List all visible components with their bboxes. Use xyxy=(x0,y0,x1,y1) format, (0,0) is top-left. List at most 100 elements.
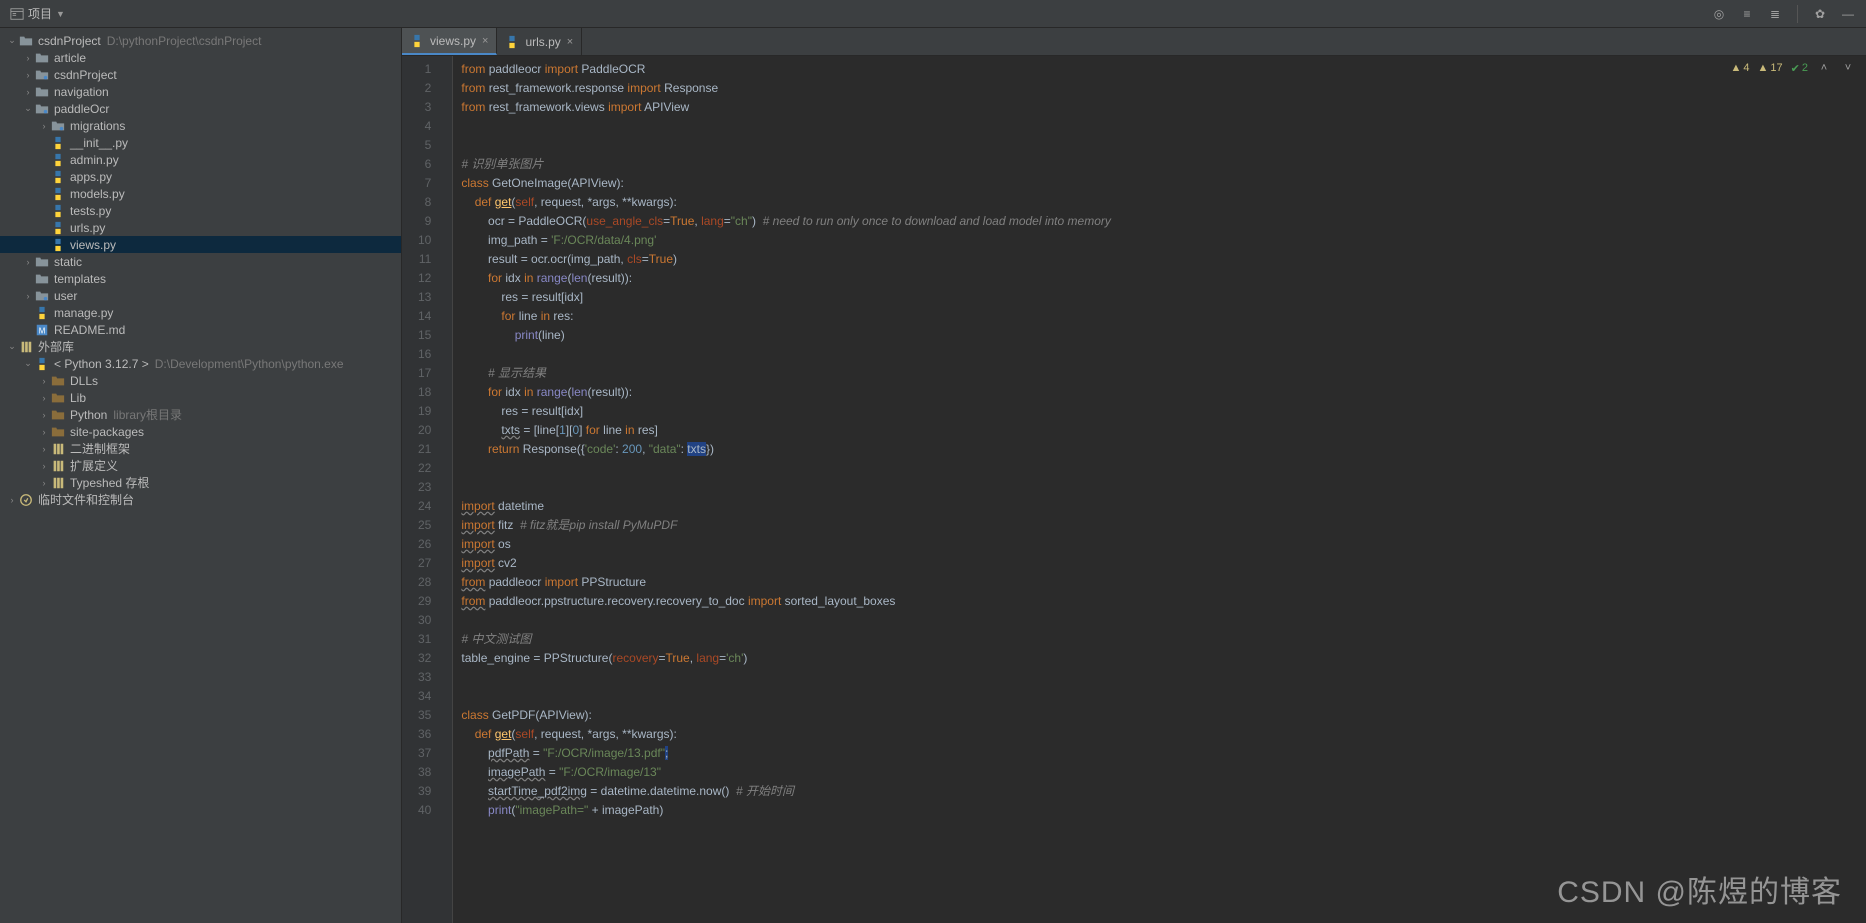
chevron-right-icon[interactable]: › xyxy=(22,53,34,63)
tree-item[interactable]: M README.md xyxy=(0,321,401,338)
tree-item-label: models.py xyxy=(70,187,125,201)
chevron-right-icon[interactable]: › xyxy=(38,461,50,471)
tree-item[interactable]: templates xyxy=(0,270,401,287)
chevron-right-icon[interactable]: › xyxy=(38,478,50,488)
tree-item[interactable]: ›DLLs xyxy=(0,372,401,389)
chevron-right-icon[interactable]: › xyxy=(6,495,18,505)
tree-item[interactable]: ⌄ csdnProject D:\pythonProject\csdnProject xyxy=(0,32,401,49)
tree-item[interactable]: ⌄ 外部库 xyxy=(0,338,401,355)
lib-icon xyxy=(50,458,66,474)
code-content[interactable]: from paddleocr import PaddleOCRfrom rest… xyxy=(453,56,1866,923)
inspections-widget[interactable]: ▲ 4 ▲ 17 ✔ 2 ˄ ˅ xyxy=(1731,60,1857,76)
tree-item[interactable]: › csdnProject xyxy=(0,66,401,83)
tree-item[interactable]: manage.py xyxy=(0,304,401,321)
py-icon xyxy=(50,220,66,236)
python-file-icon xyxy=(505,35,519,49)
chevron-down-icon[interactable]: ⌄ xyxy=(22,358,34,369)
py-icon xyxy=(50,186,66,202)
tree-item[interactable]: ›static xyxy=(0,253,401,270)
py-icon xyxy=(50,203,66,219)
warning-badge-2[interactable]: ▲ 17 xyxy=(1758,62,1783,74)
tree-item-label: manage.py xyxy=(54,306,113,320)
tree-item[interactable]: ›Typeshed 存根 xyxy=(0,474,401,491)
locate-icon[interactable]: ◎ xyxy=(1711,6,1727,22)
folder-lib-icon xyxy=(50,390,66,406)
line-gutter[interactable]: 1234567891011121314151617181920212223242… xyxy=(402,56,439,923)
tree-item-path: D:\pythonProject\csdnProject xyxy=(107,34,262,48)
tree-item[interactable]: ›article xyxy=(0,49,401,66)
tree-item[interactable]: tests.py xyxy=(0,202,401,219)
tree-item-label: csdnProject xyxy=(54,68,117,82)
project-tree: ⌄ csdnProject D:\pythonProject\csdnProject… xyxy=(0,28,402,923)
workspace: ⌄ csdnProject D:\pythonProject\csdnProject… xyxy=(0,28,1866,923)
tree-item[interactable]: › navigation xyxy=(0,83,401,100)
settings-icon[interactable]: ✿ xyxy=(1812,6,1828,22)
editor-area: views.py×urls.py× ▲ 4 ▲ 17 ✔ 2 ˄ ˅ 12345… xyxy=(402,28,1866,923)
tree-item-label: site-packages xyxy=(70,425,144,439)
tree-item-label: 外部库 xyxy=(38,338,74,355)
md-icon: M xyxy=(34,322,50,338)
chevron-right-icon[interactable]: › xyxy=(38,376,50,386)
folder-icon xyxy=(34,84,50,100)
close-icon[interactable]: × xyxy=(482,35,488,47)
code-editor[interactable]: ▲ 4 ▲ 17 ✔ 2 ˄ ˅ 12345678910111213141516… xyxy=(402,56,1866,923)
tree-item[interactable]: ⌄paddleOcr xyxy=(0,100,401,117)
chevron-right-icon[interactable]: › xyxy=(22,87,34,97)
tree-item-label: apps.py xyxy=(70,170,112,184)
fold-gutter[interactable] xyxy=(439,56,453,923)
py-icon xyxy=(50,135,66,151)
chevron-down-icon[interactable]: ⌄ xyxy=(6,35,18,46)
chevron-right-icon[interactable]: › xyxy=(22,70,34,80)
tree-item[interactable]: › user xyxy=(0,287,401,304)
tree-item[interactable]: apps.py xyxy=(0,168,401,185)
tree-item[interactable]: › site-packages xyxy=(0,423,401,440)
chevron-right-icon[interactable]: › xyxy=(22,291,34,301)
tree-item[interactable]: models.py xyxy=(0,185,401,202)
tree-item[interactable]: ›临时文件和控制台 xyxy=(0,491,401,508)
warning-badge-1[interactable]: ▲ 4 xyxy=(1731,62,1750,74)
tree-item[interactable]: __init__.py xyxy=(0,134,401,151)
chevron-up-icon[interactable]: ˄ xyxy=(1816,60,1832,76)
close-icon[interactable]: × xyxy=(567,36,573,48)
hide-icon[interactable]: — xyxy=(1840,6,1856,22)
tree-item-label: user xyxy=(54,289,77,303)
chevron-right-icon[interactable]: › xyxy=(38,121,50,131)
chevron-right-icon[interactable]: › xyxy=(38,410,50,420)
collapse-all-icon[interactable]: ≣ xyxy=(1767,6,1783,22)
python-file-icon xyxy=(410,34,424,48)
tree-item[interactable]: admin.py xyxy=(0,151,401,168)
chevron-down-icon[interactable]: ⌄ xyxy=(22,103,34,114)
editor-tab[interactable]: views.py× xyxy=(402,28,497,55)
tree-item-label: admin.py xyxy=(70,153,119,167)
tree-item[interactable]: ⌄< Python 3.12.7 >D:\Development\Python\… xyxy=(0,355,401,372)
tree-item[interactable]: ›Pythonlibrary根目录 xyxy=(0,406,401,423)
tree-item[interactable]: ›migrations xyxy=(0,117,401,134)
tree-item-label: csdnProject xyxy=(38,34,101,48)
lib-icon xyxy=(18,339,34,355)
folder-lib-icon xyxy=(50,373,66,389)
tree-item[interactable]: ›扩展定义 xyxy=(0,457,401,474)
tree-item-label: Python xyxy=(70,408,107,422)
tree-item-label: urls.py xyxy=(70,221,105,235)
tree-item[interactable]: ›Lib xyxy=(0,389,401,406)
chevron-down-icon[interactable]: ⌄ xyxy=(6,341,18,352)
chevron-right-icon[interactable]: › xyxy=(22,257,34,267)
chevron-down-icon: ▼ xyxy=(56,9,65,19)
chevron-right-icon[interactable]: › xyxy=(38,427,50,437)
tree-item-label: README.md xyxy=(54,323,125,337)
project-icon xyxy=(10,7,24,21)
py-env-icon xyxy=(34,356,50,372)
tree-item[interactable]: ›二进制框架 xyxy=(0,440,401,457)
folder-pkg-icon xyxy=(34,101,50,117)
project-view-button[interactable]: 项目 ▼ xyxy=(4,3,71,24)
expand-all-icon[interactable]: ≡ xyxy=(1739,6,1755,22)
tree-item[interactable]: urls.py xyxy=(0,219,401,236)
chevron-right-icon[interactable]: › xyxy=(38,393,50,403)
editor-tab[interactable]: urls.py× xyxy=(497,28,582,55)
tree-item-label: navigation xyxy=(54,85,109,99)
chevron-right-icon[interactable]: › xyxy=(38,444,50,454)
ok-badge[interactable]: ✔ 2 xyxy=(1791,62,1808,75)
tree-item-path: D:\Development\Python\python.exe xyxy=(155,357,344,371)
chevron-down-icon[interactable]: ˅ xyxy=(1840,60,1856,76)
tree-item[interactable]: views.py xyxy=(0,236,401,253)
